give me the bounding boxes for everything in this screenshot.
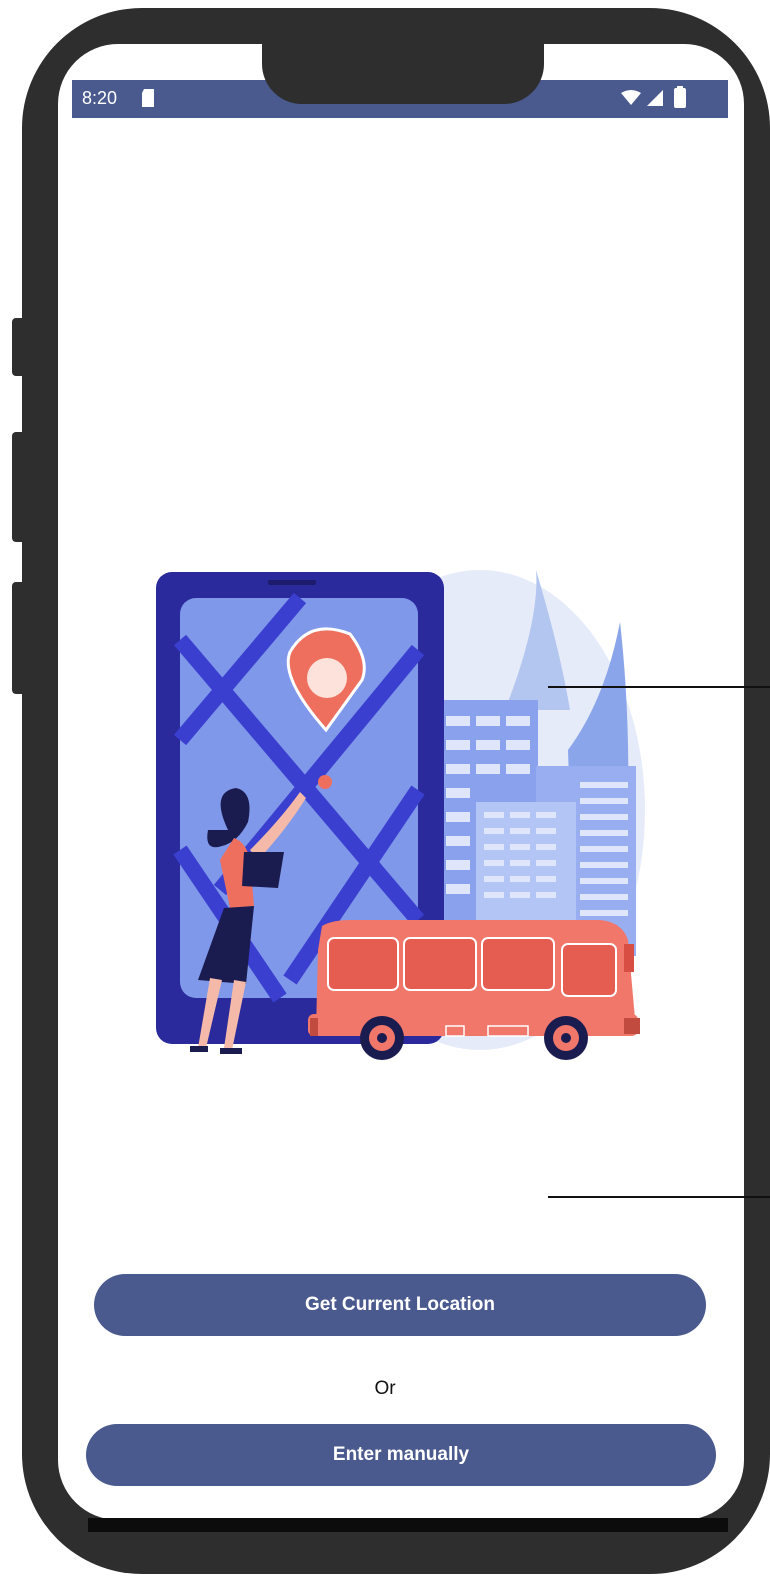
battery-icon <box>674 86 686 113</box>
phone-side-button <box>12 432 26 542</box>
signal-icon <box>646 90 664 111</box>
phone-notch <box>262 40 544 104</box>
or-separator-text: Or <box>374 1378 396 1399</box>
sd-card-icon <box>140 88 156 113</box>
phone-side-button <box>12 318 26 376</box>
divider-line <box>548 686 770 688</box>
divider-line <box>548 1196 770 1198</box>
status-time: 8:20 <box>82 88 118 108</box>
enter-manually-button[interactable]: Enter manually <box>86 1424 716 1486</box>
navigation-bar <box>88 1518 728 1532</box>
get-current-location-button[interactable]: Get Current Location <box>94 1274 706 1336</box>
wifi-icon <box>620 90 642 111</box>
location-map-bus-illustration-icon <box>150 560 650 1075</box>
phone-side-button <box>12 582 26 694</box>
